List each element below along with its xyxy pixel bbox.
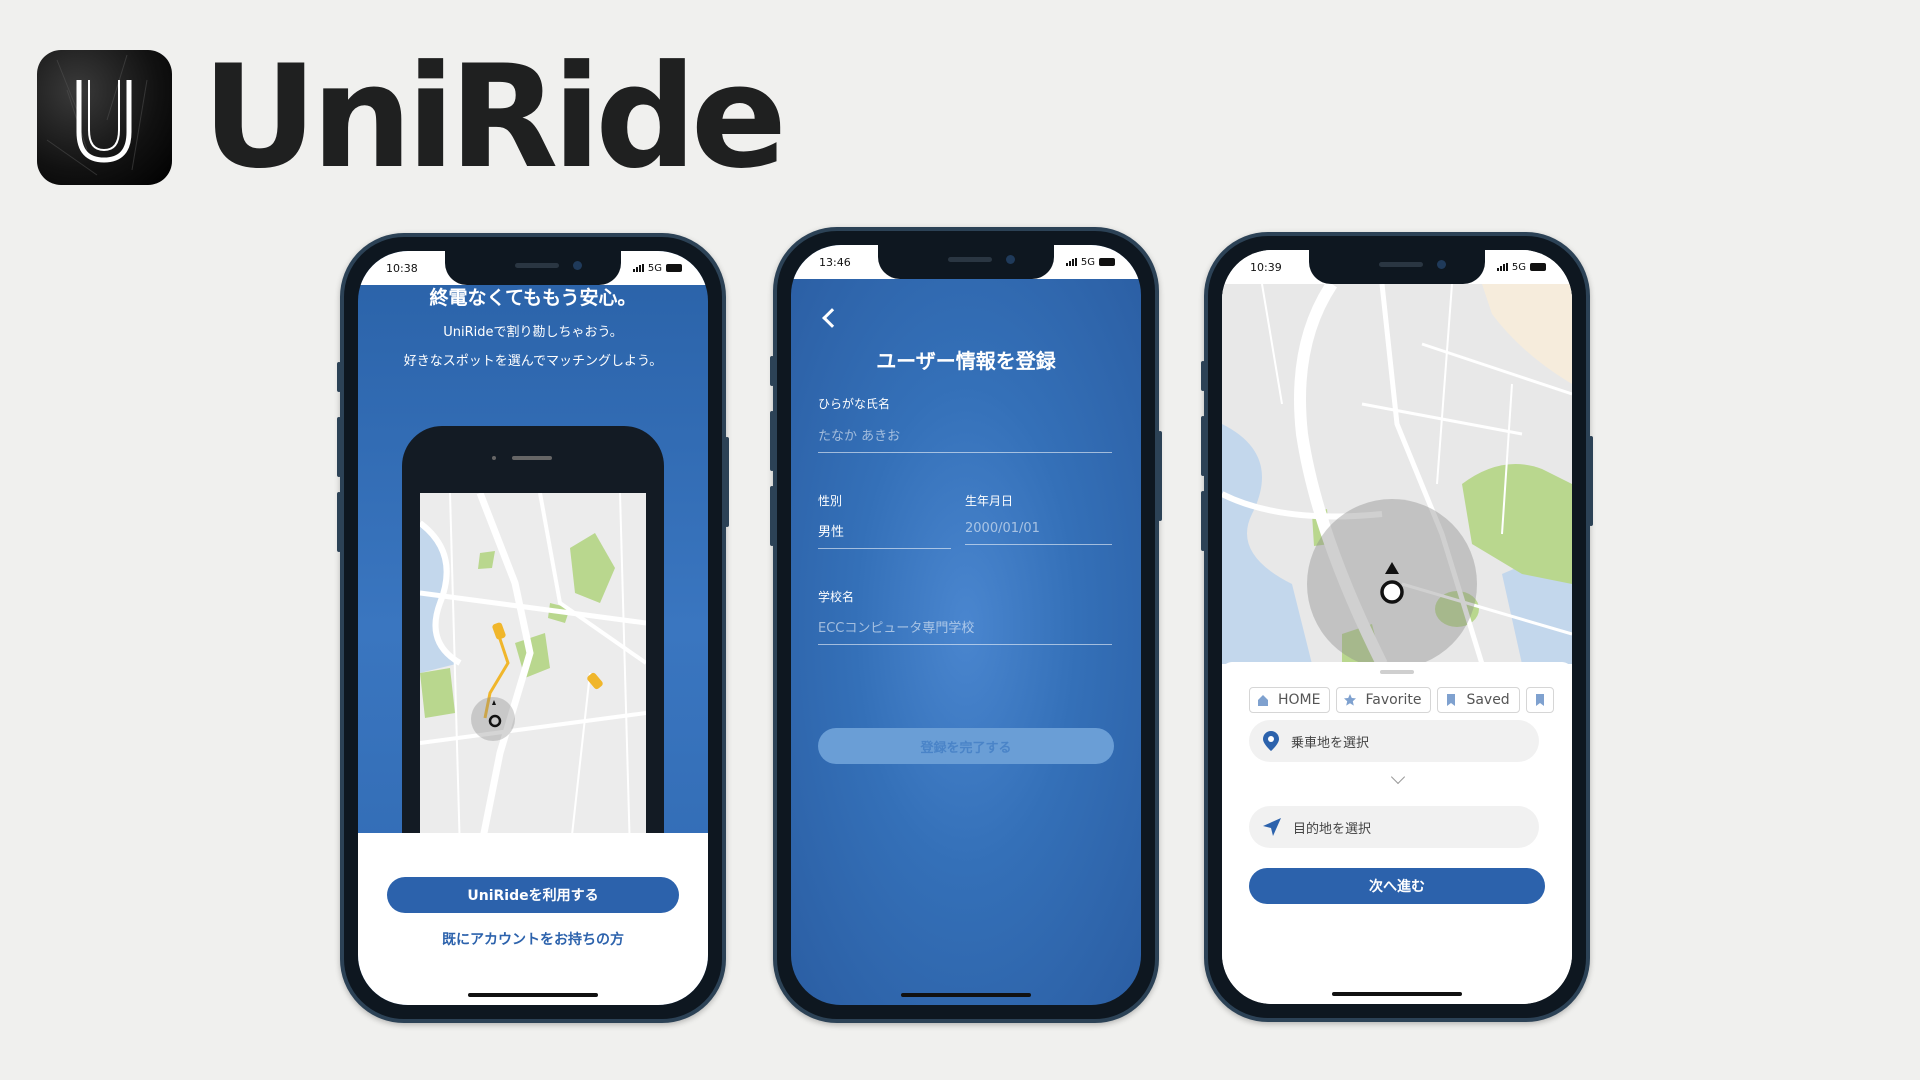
onboarding-sheet: UniRideを利用する 既にアカウントをお持ちの方 bbox=[358, 833, 708, 1005]
battery-icon bbox=[1530, 263, 1546, 271]
destination-placeholder: 目的地を選択 bbox=[1293, 821, 1372, 837]
registration-title: ユーザー情報を登録 bbox=[876, 349, 1056, 373]
phone-route-select: 10:39 5G HOME Favorite Saved 乗車地を選択 目的地を… bbox=[1201, 232, 1593, 1022]
battery-icon bbox=[666, 264, 682, 272]
brand-name: UniRide bbox=[202, 34, 787, 200]
chip-favorite[interactable]: Favorite bbox=[1336, 687, 1432, 713]
chip-favorite-label: Favorite bbox=[1365, 692, 1422, 708]
battery-icon bbox=[1099, 258, 1115, 266]
chip-home-label: HOME bbox=[1278, 692, 1321, 708]
gender-label: 性別 bbox=[818, 494, 843, 508]
sheet-grabber[interactable] bbox=[1380, 670, 1414, 674]
bookmark-icon bbox=[1447, 694, 1456, 706]
network-label: 5G bbox=[1511, 261, 1526, 273]
chip-saved-label: Saved bbox=[1466, 692, 1510, 708]
chevron-down-icon bbox=[1390, 769, 1406, 785]
status-time: 10:38 bbox=[386, 261, 418, 275]
map-preview bbox=[420, 493, 646, 853]
app-logo bbox=[37, 50, 172, 185]
star-icon bbox=[1344, 694, 1357, 706]
map-preview-phone bbox=[402, 426, 664, 853]
name-field[interactable]: たなか あきお bbox=[818, 425, 1112, 453]
signal-icon bbox=[1496, 263, 1508, 271]
route-sheet: HOME Favorite Saved 乗車地を選択 目的地を選択 次へ進む bbox=[1222, 662, 1572, 1004]
pickup-field[interactable]: 乗車地を選択 bbox=[1249, 720, 1539, 762]
brand-header: UniRide bbox=[37, 46, 787, 188]
phone-registration: 13:46 5G ユーザー情報を登録 ひらがな氏名 たなか あきお 性別 男性 … bbox=[770, 227, 1162, 1023]
name-label: ひらがな氏名 bbox=[818, 397, 891, 411]
saved-places-chips: HOME Favorite Saved bbox=[1249, 687, 1572, 713]
complete-registration-button[interactable]: 登録を完了する bbox=[818, 728, 1114, 764]
signal-icon bbox=[1065, 258, 1077, 266]
bookmark-icon bbox=[1535, 694, 1544, 706]
map-view[interactable] bbox=[1222, 284, 1572, 664]
navigation-arrow-icon bbox=[1263, 818, 1281, 836]
location-pin-icon bbox=[1263, 731, 1279, 751]
gender-field[interactable]: 男性 bbox=[818, 521, 951, 549]
status-time: 13:46 bbox=[819, 255, 851, 269]
network-label: 5G bbox=[1080, 256, 1095, 268]
status-time: 10:39 bbox=[1250, 260, 1282, 274]
chip-more[interactable] bbox=[1525, 687, 1554, 713]
signal-icon bbox=[632, 264, 644, 272]
next-button[interactable]: 次へ進む bbox=[1249, 868, 1545, 904]
school-label: 学校名 bbox=[818, 590, 855, 604]
onboarding-subline-2: 好きなスポットを選んでマッチングしよう。 bbox=[403, 354, 663, 369]
birthday-label: 生年月日 bbox=[965, 494, 1014, 508]
onboarding-subline-1: UniRideで割り勘しちゃおう。 bbox=[443, 325, 623, 340]
network-label: 5G bbox=[647, 262, 662, 274]
chip-home[interactable]: HOME bbox=[1249, 687, 1331, 713]
back-chevron-icon[interactable] bbox=[822, 308, 842, 328]
pickup-placeholder: 乗車地を選択 bbox=[1291, 735, 1370, 751]
use-uniride-button[interactable]: UniRideを利用する bbox=[387, 877, 679, 913]
existing-account-link[interactable]: 既にアカウントをお持ちの方 bbox=[358, 929, 708, 949]
phone-onboarding: 10:38 5G 終電なくてももう安心。 UniRideで割り勘しちゃおう。 好… bbox=[337, 233, 729, 1023]
birthday-field[interactable]: 2000/01/01 bbox=[965, 521, 1112, 545]
destination-field[interactable]: 目的地を選択 bbox=[1249, 806, 1539, 848]
onboarding-headline: 終電なくてももう安心。 bbox=[429, 287, 637, 309]
school-field[interactable]: ECCコンピュータ専門学校 bbox=[818, 617, 1112, 645]
home-icon bbox=[1258, 695, 1268, 706]
chip-saved[interactable]: Saved bbox=[1437, 687, 1520, 713]
